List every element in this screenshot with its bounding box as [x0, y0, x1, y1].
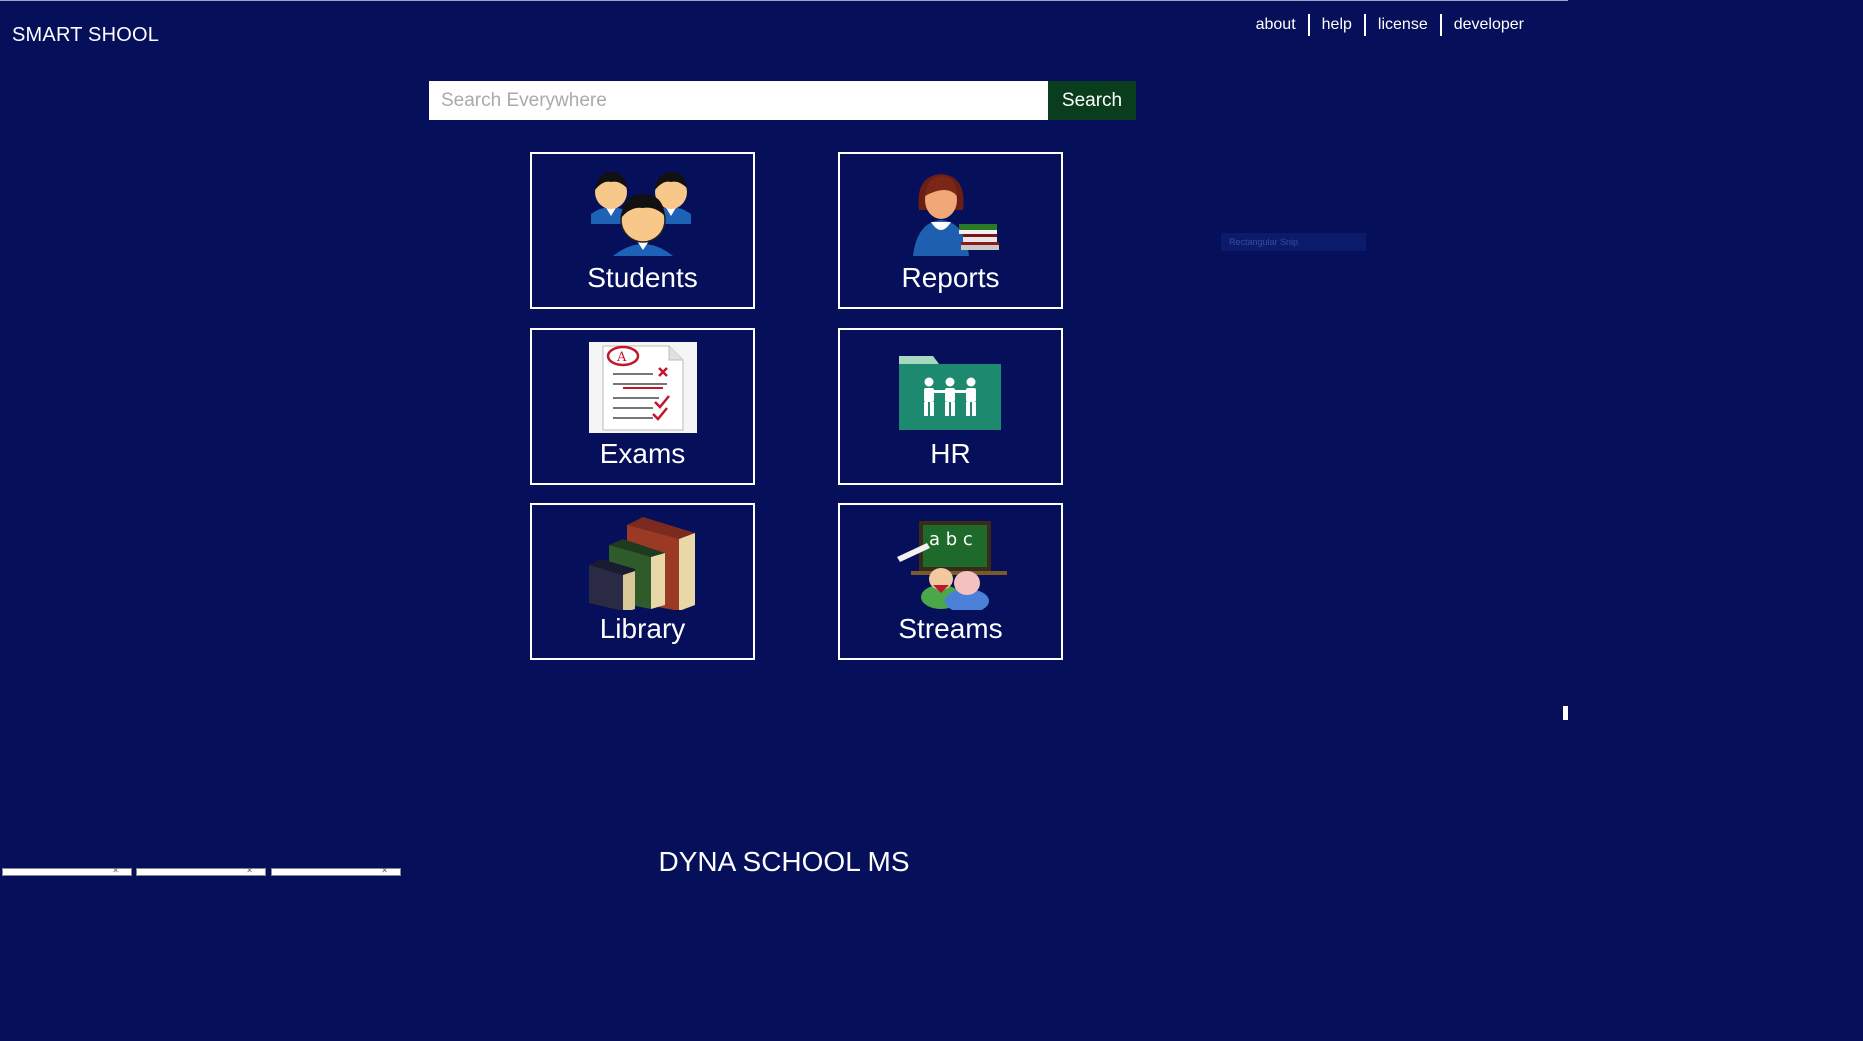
svg-text:a b c: a b c [929, 529, 973, 550]
app-title: SMART SHOOL [12, 24, 160, 46]
faint-tooltip: Rectangular Snip [1221, 233, 1366, 251]
close-icon: ✕ [246, 866, 253, 875]
tile-label: Reports [901, 262, 1000, 293]
tile-students[interactable]: Students [530, 152, 755, 309]
license-link[interactable]: license [1366, 16, 1440, 34]
window-top-border [0, 0, 1568, 1]
tile-streams[interactable]: a b c Streams [838, 503, 1063, 660]
developer-link[interactable]: developer [1442, 16, 1536, 34]
search-input[interactable] [429, 81, 1048, 120]
about-link[interactable]: about [1244, 16, 1308, 34]
people-folder-icon [898, 356, 1001, 430]
graded-exam-paper-icon: A [588, 342, 697, 433]
app-window: SMART SHOOL about help license developer… [0, 0, 1568, 877]
classroom-blackboard-icon: a b c [896, 521, 1007, 610]
close-icon: ✕ [112, 866, 119, 875]
tile-label: HR [930, 438, 971, 469]
top-nav-links: about help license developer [1244, 14, 1536, 36]
books-icon [588, 517, 695, 610]
minimized-window[interactable]: ✕ [136, 866, 266, 876]
students-group-icon [590, 172, 691, 256]
minimized-window[interactable]: ✕ [271, 866, 401, 876]
tile-label: Streams [898, 613, 1003, 644]
tile-label: Library [599, 613, 686, 644]
scrollbar-thumb[interactable] [1563, 706, 1568, 720]
tile-hr[interactable]: HR [838, 328, 1063, 485]
tile-library[interactable]: Library [530, 503, 755, 660]
teacher-with-books-icon [912, 174, 999, 256]
tile-label: Students [587, 262, 698, 293]
svg-text:A: A [616, 350, 627, 365]
search-bar: Search [429, 81, 1136, 120]
tile-reports[interactable]: Reports [838, 152, 1063, 309]
tile-label: Exams [599, 438, 686, 469]
tile-exams[interactable]: A Exams [530, 328, 755, 485]
search-button[interactable]: Search [1048, 81, 1136, 120]
close-icon: ✕ [381, 866, 388, 875]
minimized-window[interactable]: ✕ [2, 866, 132, 876]
help-link[interactable]: help [1310, 16, 1364, 34]
